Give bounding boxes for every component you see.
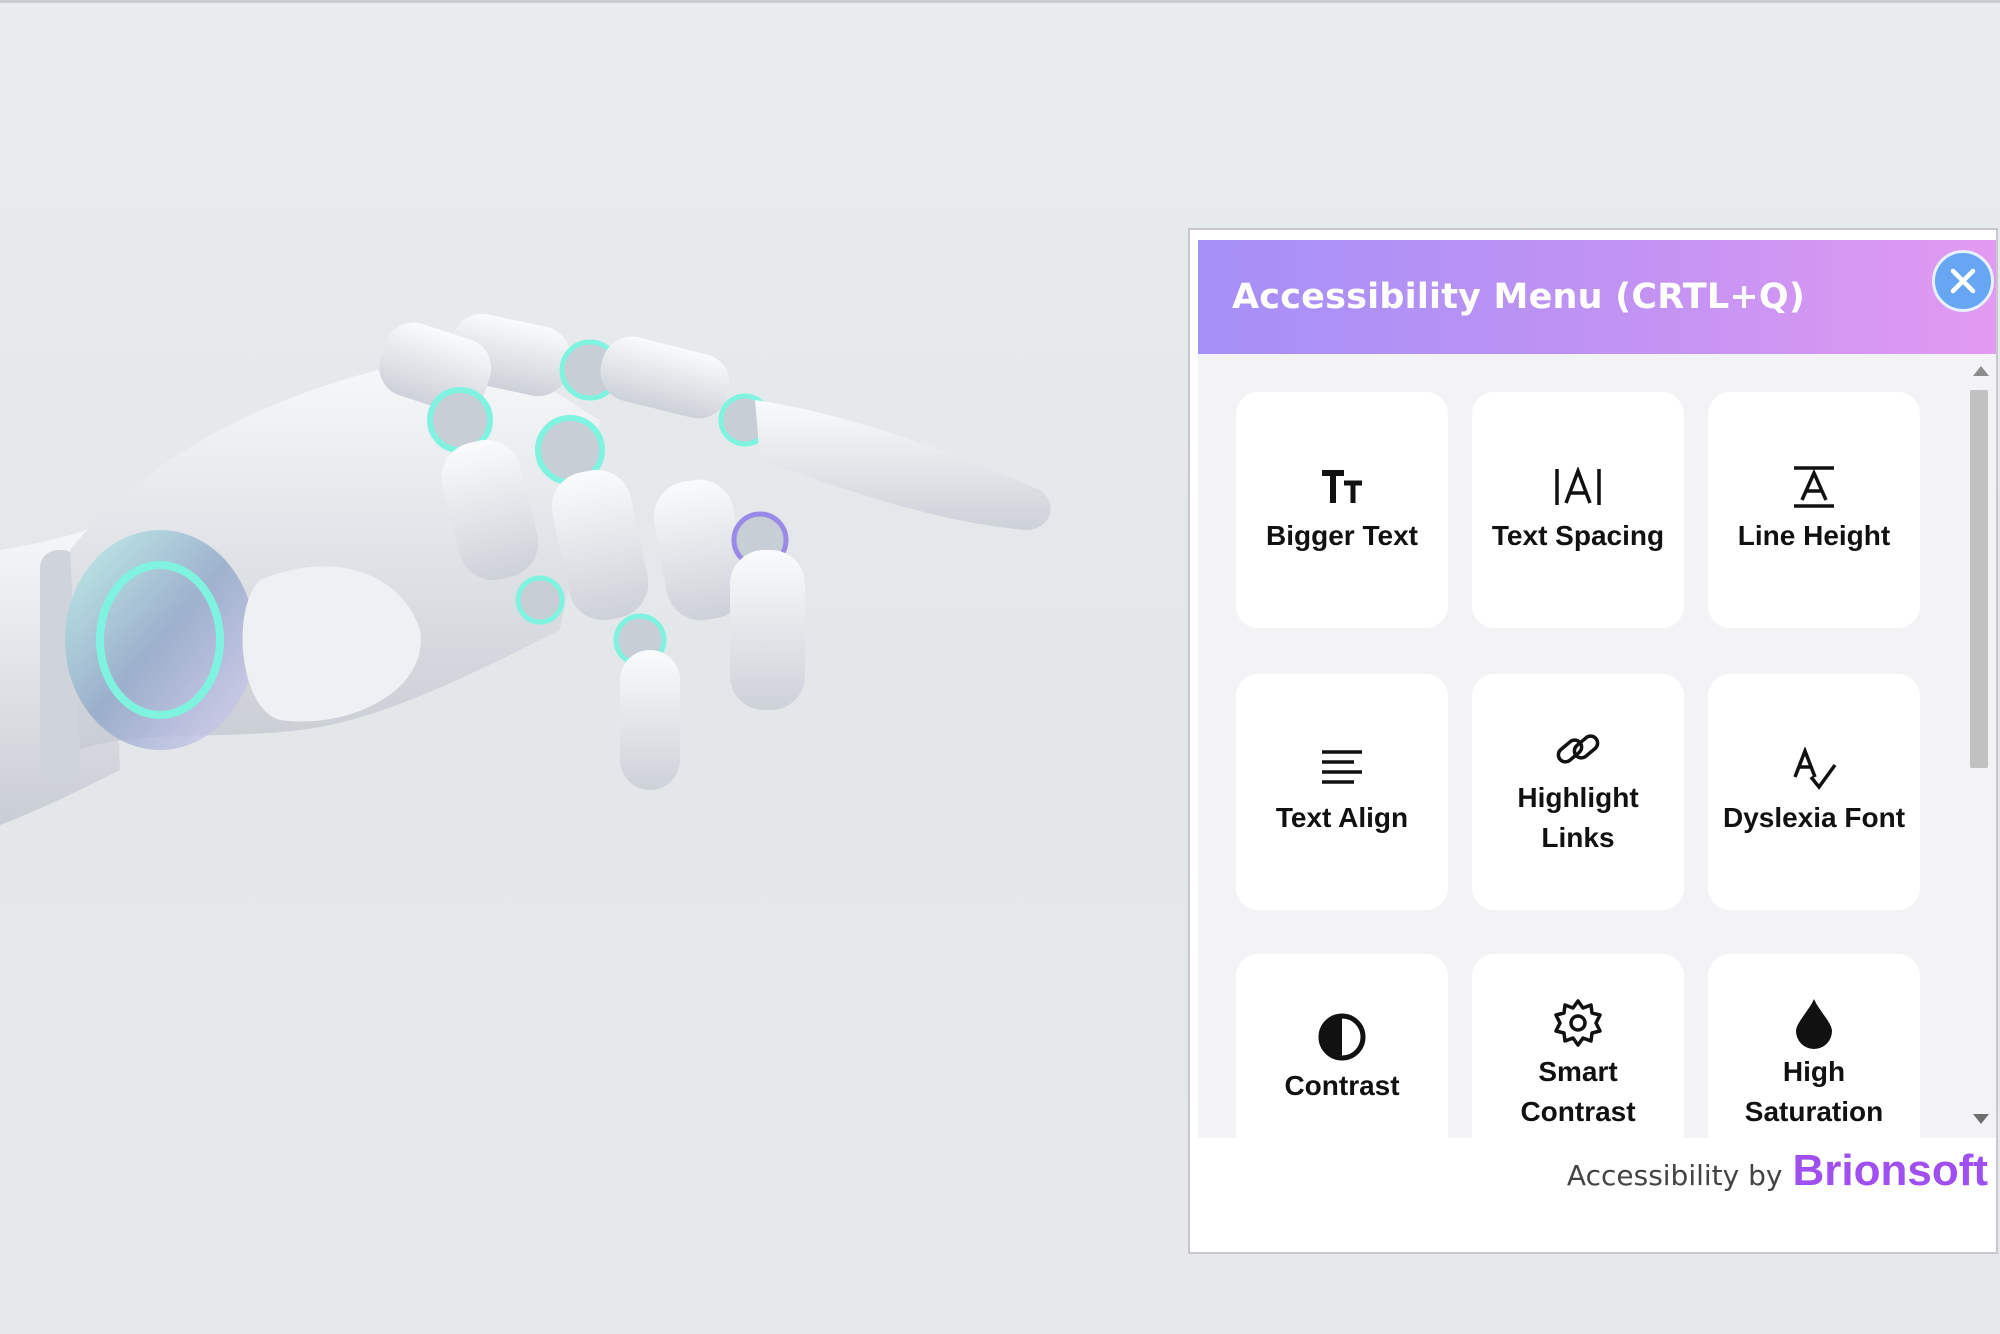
dyslexia-font-icon: [1791, 746, 1837, 792]
highlight-links-button[interactable]: Highlight Links: [1472, 674, 1684, 910]
text-align-icon: [1320, 746, 1364, 792]
options-grid: Bigger Text Text Spacing Line Height Tex…: [1198, 354, 1996, 1138]
scrollbar[interactable]: [1962, 354, 1996, 1138]
high-saturation-button[interactable]: High Saturation: [1708, 954, 1920, 1138]
scrollbar-thumb[interactable]: [1970, 390, 1988, 768]
tile-label: Dyslexia Font: [1722, 802, 1906, 833]
text-spacing-button[interactable]: Text Spacing: [1472, 392, 1684, 628]
tile-label: Contrast: [1284, 1070, 1400, 1101]
smart-contrast-button[interactable]: Smart Contrast: [1472, 954, 1684, 1138]
tile-label: Text Spacing: [1491, 520, 1665, 551]
tile-label: Line Height: [1737, 520, 1891, 551]
line-height-button[interactable]: Line Height: [1708, 392, 1920, 628]
scroll-up-arrow-icon[interactable]: [1973, 366, 1989, 376]
footer-credit: Accessibility by Brionsoft: [1567, 1146, 1988, 1206]
tile-label: Bigger Text: [1266, 520, 1418, 551]
link-icon: [1553, 726, 1603, 772]
top-border: [0, 0, 2000, 3]
close-button[interactable]: [1932, 250, 1994, 312]
accessibility-menu-panel: Accessibility Menu (CRTL+Q) Bigger Text: [1188, 228, 1998, 1254]
text-align-button[interactable]: Text Align: [1236, 674, 1448, 910]
gear-icon: [1553, 999, 1603, 1047]
panel-title: Accessibility Menu (CRTL+Q): [1232, 277, 1806, 317]
contrast-icon: [1317, 1013, 1367, 1061]
close-icon: [1950, 268, 1976, 294]
tile-label: High Saturation: [1744, 1056, 1884, 1127]
brand-link[interactable]: Brionsoft: [1792, 1146, 1988, 1196]
contrast-button[interactable]: Contrast: [1236, 954, 1448, 1138]
scroll-down-arrow-icon[interactable]: [1973, 1114, 1989, 1124]
tile-label: Highlight Links: [1517, 782, 1639, 853]
text-spacing-icon: [1553, 464, 1603, 510]
dyslexia-font-button[interactable]: Dyslexia Font: [1708, 674, 1920, 910]
tile-label: Text Align: [1275, 802, 1409, 833]
line-height-icon: [1792, 464, 1836, 510]
panel-header: Accessibility Menu (CRTL+Q): [1198, 240, 1996, 354]
bigger-text-icon: [1320, 464, 1364, 510]
robot-hand-image: [0, 313, 1051, 825]
panel-footer: Accessibility by Brionsoft: [1198, 1138, 1996, 1248]
footer-prefix: Accessibility by: [1566, 1159, 1783, 1192]
droplet-icon: [1792, 999, 1836, 1049]
tile-label: Smart Contrast: [1520, 1056, 1636, 1127]
bigger-text-button[interactable]: Bigger Text: [1236, 392, 1448, 628]
